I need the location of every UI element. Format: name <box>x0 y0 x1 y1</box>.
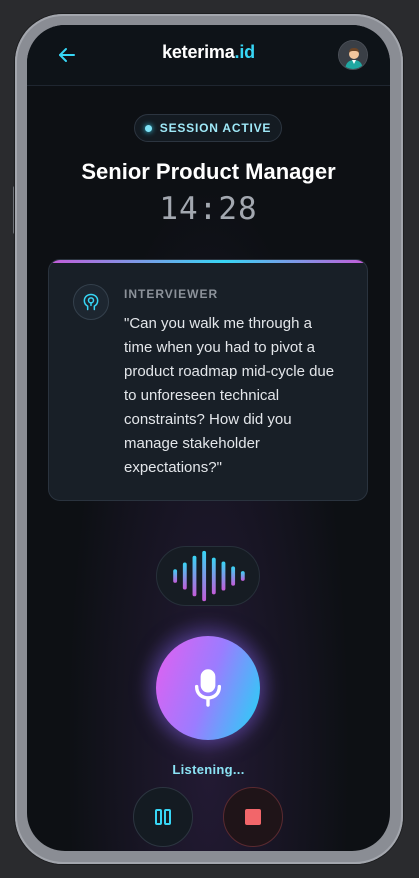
user-avatar-icon <box>339 41 367 69</box>
brand-logo: keterima.id <box>27 42 390 63</box>
brand-name: keterima <box>162 42 235 62</box>
role-title: Senior Product Manager <box>81 159 336 184</box>
waveform-icon <box>173 550 245 602</box>
stop-icon <box>245 809 261 825</box>
card-accent-bar <box>49 260 367 263</box>
session-status-badge: SESSION ACTIVE <box>134 114 282 142</box>
ai-head-icon <box>73 284 109 320</box>
app-header: keterima.id <box>27 25 390 86</box>
microphone-button[interactable] <box>156 636 260 740</box>
app-screen: keterima.id SESSION ACTIVE Senior Produc… <box>27 25 390 851</box>
stop-button[interactable] <box>223 787 283 847</box>
brand-suffix: .id <box>234 42 256 62</box>
session-timer: 14:28 <box>159 191 258 227</box>
interviewer-question-text: "Can you walk me through a time when you… <box>124 315 335 476</box>
user-avatar-button[interactable] <box>338 40 368 70</box>
listening-status: Listening... <box>172 762 245 777</box>
status-dot-icon <box>144 124 152 132</box>
pause-icon <box>155 809 171 825</box>
interviewer-question-card: INTERVIEWER "Can you walk me through a t… <box>48 259 368 501</box>
pause-button[interactable] <box>133 787 193 847</box>
session-status-text: SESSION ACTIVE <box>159 121 272 135</box>
microphone-icon <box>194 669 222 707</box>
interviewer-label: INTERVIEWER <box>124 287 219 301</box>
audio-waveform <box>156 546 260 606</box>
